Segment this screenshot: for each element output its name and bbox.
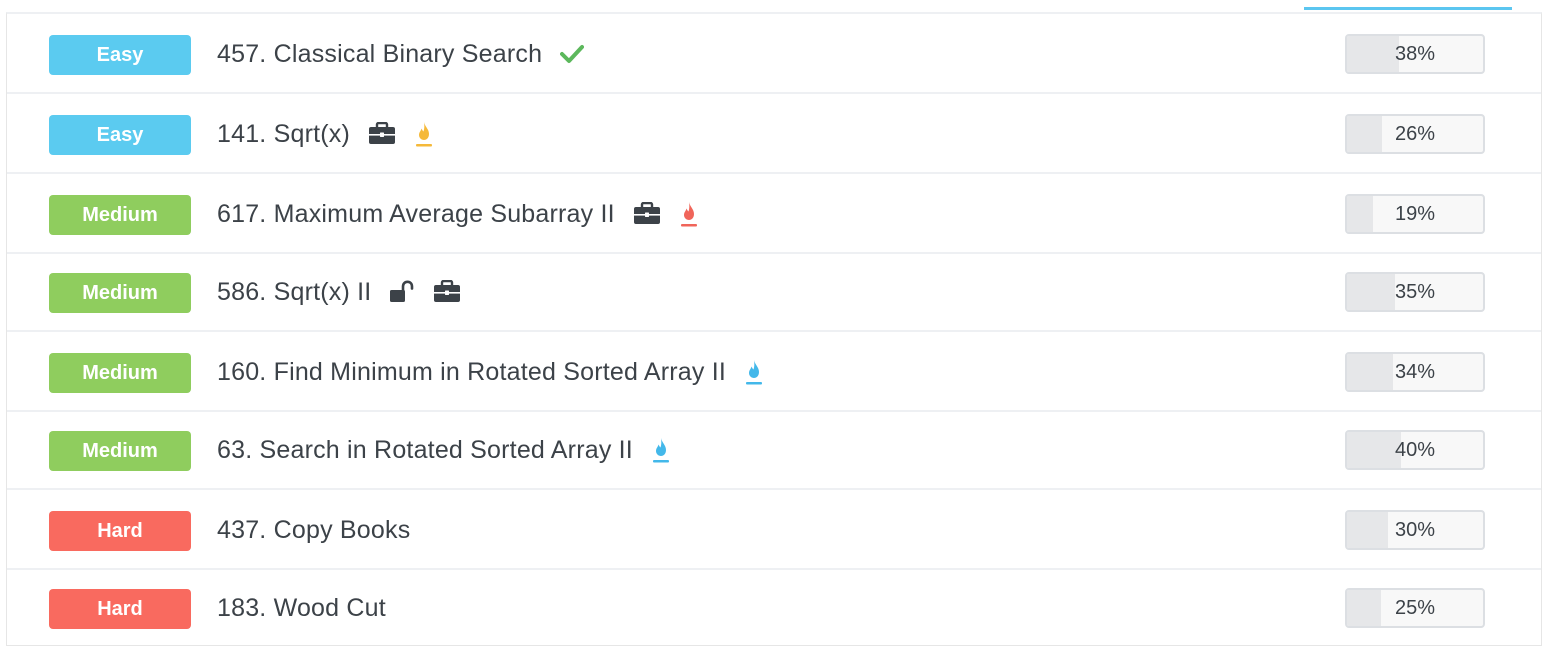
difficulty-badge[interactable]: Medium — [49, 353, 191, 393]
acceptance-rate-bar: 35% — [1345, 272, 1485, 312]
difficulty-badge[interactable]: Medium — [49, 273, 191, 313]
difficulty-badge[interactable]: Medium — [49, 431, 191, 471]
problem-row[interactable]: Hard 437. Copy Books 30% — [7, 490, 1541, 570]
acceptance-rate-bar: 25% — [1345, 588, 1485, 628]
fire-blue-icon — [744, 358, 764, 386]
problem-title-group: 586. Sqrt(x) II — [217, 252, 461, 332]
briefcase-icon — [433, 280, 461, 304]
problem-title-group: 160. Find Minimum in Rotated Sorted Arra… — [217, 332, 764, 412]
problem-row[interactable]: Medium 617. Maximum Average Subarray II … — [7, 174, 1541, 254]
problem-title-link[interactable]: 63. Search in Rotated Sorted Array II — [217, 436, 633, 465]
problem-title-link[interactable]: 437. Copy Books — [217, 516, 410, 545]
acceptance-rate-bar: 26% — [1345, 114, 1485, 154]
problem-title-group: 183. Wood Cut — [217, 568, 386, 648]
acceptance-rate-label: 34% — [1394, 361, 1436, 383]
acceptance-rate-label: 26% — [1394, 123, 1436, 145]
difficulty-badge[interactable]: Easy — [49, 35, 191, 75]
acceptance-rate-bar: 19% — [1345, 194, 1485, 234]
difficulty-badge[interactable]: Easy — [49, 115, 191, 155]
acceptance-rate-label: 38% — [1394, 43, 1436, 65]
briefcase-icon — [633, 202, 661, 226]
problem-icons — [633, 436, 671, 464]
unlock-icon — [389, 280, 415, 304]
problem-icons — [542, 43, 585, 65]
difficulty-badge[interactable]: Hard — [49, 589, 191, 629]
problem-row[interactable]: Easy 457. Classical Binary Search 38% — [7, 14, 1541, 94]
problem-icons — [371, 280, 461, 304]
fire-red-icon — [679, 200, 699, 228]
active-tab-indicator — [1304, 7, 1512, 10]
problem-row[interactable]: Easy 141. Sqrt(x) 26% — [7, 94, 1541, 174]
problem-row[interactable]: Medium 586. Sqrt(x) II 35% — [7, 252, 1541, 332]
acceptance-rate-bar: 34% — [1345, 352, 1485, 392]
problem-title-link[interactable]: 617. Maximum Average Subarray II — [217, 200, 615, 229]
difficulty-badge[interactable]: Medium — [49, 195, 191, 235]
problem-icons — [350, 120, 434, 148]
fire-blue-icon — [651, 436, 671, 464]
problem-row[interactable]: Medium 63. Search in Rotated Sorted Arra… — [7, 410, 1541, 490]
problem-title-link[interactable]: 141. Sqrt(x) — [217, 120, 350, 149]
problem-row[interactable]: Medium 160. Find Minimum in Rotated Sort… — [7, 332, 1541, 412]
briefcase-icon — [368, 122, 396, 146]
problem-icons — [615, 200, 699, 228]
acceptance-rate-label: 25% — [1394, 597, 1436, 619]
problem-title-group: 141. Sqrt(x) — [217, 94, 434, 174]
problem-title-group: 63. Search in Rotated Sorted Array II — [217, 410, 671, 490]
fire-yellow-icon — [414, 120, 434, 148]
problem-title-link[interactable]: 457. Classical Binary Search — [217, 40, 542, 69]
problem-title-link[interactable]: 183. Wood Cut — [217, 594, 386, 623]
problem-title-group: 617. Maximum Average Subarray II — [217, 174, 699, 254]
problem-title-link[interactable]: 160. Find Minimum in Rotated Sorted Arra… — [217, 358, 726, 387]
problem-title-group: 437. Copy Books — [217, 490, 410, 570]
problem-title-link[interactable]: 586. Sqrt(x) II — [217, 278, 371, 307]
acceptance-rate-bar: 30% — [1345, 510, 1485, 550]
acceptance-rate-label: 19% — [1394, 203, 1436, 225]
problem-row[interactable]: Hard 183. Wood Cut 25% — [7, 568, 1541, 648]
problem-list: Easy 457. Classical Binary Search 38% Ea… — [6, 12, 1542, 646]
acceptance-rate-bar: 38% — [1345, 34, 1485, 74]
acceptance-rate-label: 40% — [1394, 439, 1436, 461]
problem-icons — [726, 358, 764, 386]
problem-title-group: 457. Classical Binary Search — [217, 14, 585, 94]
acceptance-rate-label: 30% — [1394, 519, 1436, 541]
acceptance-rate-label: 35% — [1394, 281, 1436, 303]
difficulty-badge[interactable]: Hard — [49, 511, 191, 551]
check-icon — [560, 43, 585, 65]
acceptance-rate-bar: 40% — [1345, 430, 1485, 470]
